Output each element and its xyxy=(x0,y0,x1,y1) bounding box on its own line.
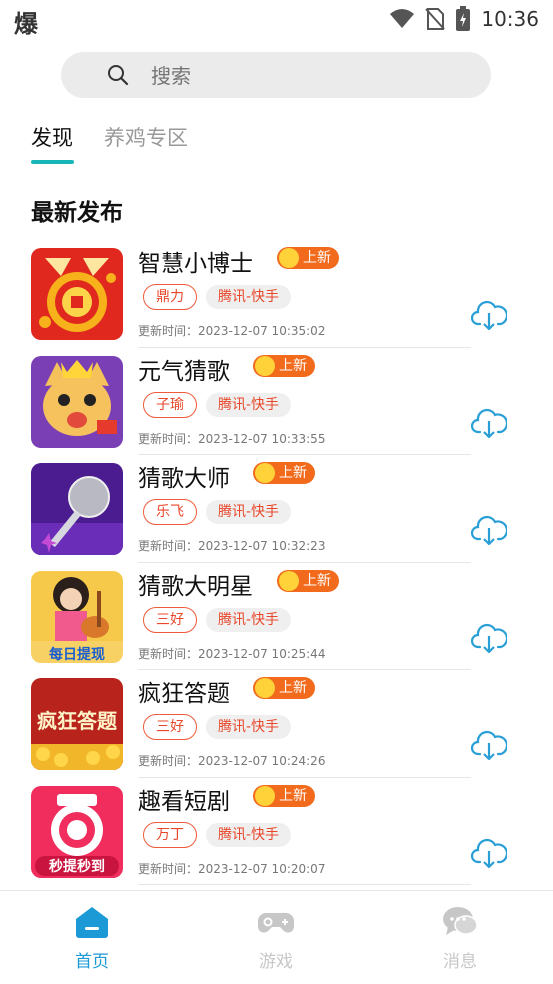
tab-bar: 发现 养鸡专区 xyxy=(31,122,188,164)
author-tag: 乐飞 xyxy=(143,499,197,525)
row-divider xyxy=(138,884,471,885)
game-name: 智慧小博士 xyxy=(138,251,253,277)
thumb-caption: 每日提现 xyxy=(49,646,105,663)
update-time: 更新时间：2023-12-07 10:25:44 xyxy=(138,646,326,661)
laughing-face-icon xyxy=(255,355,275,376)
platform-tag: 腾讯-快手 xyxy=(206,822,292,847)
game-name: 猜歌大明星 xyxy=(138,573,253,600)
thumb-caption: 秒提秒到 xyxy=(49,858,105,875)
new-badge: 上新 xyxy=(253,677,315,699)
new-badge: 上新 xyxy=(277,247,339,269)
game-list: 智慧小博士 上新 鼎力 腾讯-快手 更新时间：2023-12-07 10:35:… xyxy=(0,240,553,885)
laughing-face-icon xyxy=(279,570,299,591)
nav-games-label: 游戏 xyxy=(259,952,293,972)
status-time: 10:36 xyxy=(481,7,539,31)
game-thumbnail-camera-red: 秒提秒到 xyxy=(31,785,123,878)
laughing-face-icon xyxy=(255,785,275,806)
search-bar[interactable] xyxy=(61,52,491,100)
status-indicators: 10:36 xyxy=(389,6,539,32)
game-thumbnail-guitar-girl: 每日提现 xyxy=(31,570,123,663)
no-sim-icon xyxy=(425,8,446,30)
platform-tag: 腾讯-快手 xyxy=(206,607,292,632)
list-item[interactable]: 元气猜歌 上新 子瑜 腾讯-快手 更新时间：2023-12-07 10:33:5… xyxy=(0,348,553,455)
update-time: 更新时间：2023-12-07 10:20:07 xyxy=(138,861,326,876)
platform-tag: 腾讯-快手 xyxy=(206,500,292,524)
bottom-nav: 首页 游戏 消息 xyxy=(0,890,553,984)
cloud-download-icon[interactable] xyxy=(471,836,507,870)
nav-home-label: 首页 xyxy=(75,952,109,972)
laughing-face-icon xyxy=(255,678,275,698)
game-thumbnail-crazy-quiz: 疯狂答题 xyxy=(31,678,123,770)
wifi-icon xyxy=(390,9,415,28)
game-name: 趣看短剧 xyxy=(138,788,230,815)
cloud-download-icon[interactable] xyxy=(471,298,507,332)
game-thumbnail-singing-cat xyxy=(31,355,123,448)
platform-tag: 腾讯-快手 xyxy=(206,392,292,417)
battery-charging-icon xyxy=(456,6,471,31)
laughing-face-icon xyxy=(279,248,299,268)
update-time: 更新时间：2023-12-07 10:35:02 xyxy=(138,324,326,338)
author-tag: 三好 xyxy=(143,606,197,633)
nav-messages[interactable]: 消息 xyxy=(420,905,500,972)
tab-discover[interactable]: 发现 xyxy=(31,122,74,164)
search-input[interactable] xyxy=(149,52,473,100)
game-name: 元气猜歌 xyxy=(138,358,230,385)
cloud-download-icon[interactable] xyxy=(471,513,507,547)
list-item[interactable]: 每日提现 猜歌大明星 上新 三好 腾讯-快手 更新时间：2023-12-07 1… xyxy=(0,563,553,670)
list-item[interactable]: 疯狂答题 疯狂答题 上新 三好 腾讯-快手 更新时间：2023-12-07 10… xyxy=(0,670,553,778)
update-time: 更新时间：2023-12-07 10:24:26 xyxy=(138,754,326,768)
nav-messages-label: 消息 xyxy=(443,952,477,972)
list-item[interactable]: 猜歌大师 上新 乐飞 腾讯-快手 更新时间：2023-12-07 10:32:2… xyxy=(0,455,553,563)
section-title: 最新发布 xyxy=(31,200,123,226)
new-badge: 上新 xyxy=(253,354,315,377)
home-icon xyxy=(76,907,108,938)
author-tag: 子瑜 xyxy=(143,391,197,418)
list-item[interactable]: 智慧小博士 上新 鼎力 腾讯-快手 更新时间：2023-12-07 10:35:… xyxy=(0,240,553,348)
nav-home[interactable]: 首页 xyxy=(52,905,132,972)
thumb-caption: 疯狂答题 xyxy=(37,709,118,733)
status-bar: 爆 10:36 xyxy=(0,0,553,40)
tab-chicken-zone[interactable]: 养鸡专区 xyxy=(104,122,188,164)
search-icon xyxy=(108,65,129,86)
laughing-face-icon xyxy=(255,463,275,483)
platform-tag: 腾讯-快手 xyxy=(206,285,292,309)
nav-games[interactable]: 游戏 xyxy=(236,905,316,972)
update-time: 更新时间：2023-12-07 10:33:55 xyxy=(138,431,326,446)
game-thumbnail-microphone xyxy=(31,463,123,555)
author-tag: 鼎力 xyxy=(143,284,197,310)
game-name: 疯狂答题 xyxy=(138,681,230,707)
status-app-glyph: 爆 xyxy=(14,10,38,38)
game-thumbnail-answer-coin xyxy=(31,248,123,340)
chat-icon xyxy=(443,907,478,935)
author-tag: 三好 xyxy=(143,714,197,740)
new-badge: 上新 xyxy=(253,462,315,484)
gamepad-icon xyxy=(258,913,294,933)
game-name: 猜歌大师 xyxy=(138,466,230,492)
cloud-download-icon[interactable] xyxy=(471,728,507,762)
new-badge: 上新 xyxy=(253,784,315,807)
update-time: 更新时间：2023-12-07 10:32:23 xyxy=(138,539,326,553)
cloud-download-icon[interactable] xyxy=(471,621,507,655)
cloud-download-icon[interactable] xyxy=(471,406,507,440)
new-badge: 上新 xyxy=(277,569,339,592)
platform-tag: 腾讯-快手 xyxy=(206,715,292,739)
list-item[interactable]: 秒提秒到 趣看短剧 上新 万丁 腾讯-快手 更新时间：2023-12-07 10… xyxy=(0,778,553,885)
author-tag: 万丁 xyxy=(143,821,197,848)
